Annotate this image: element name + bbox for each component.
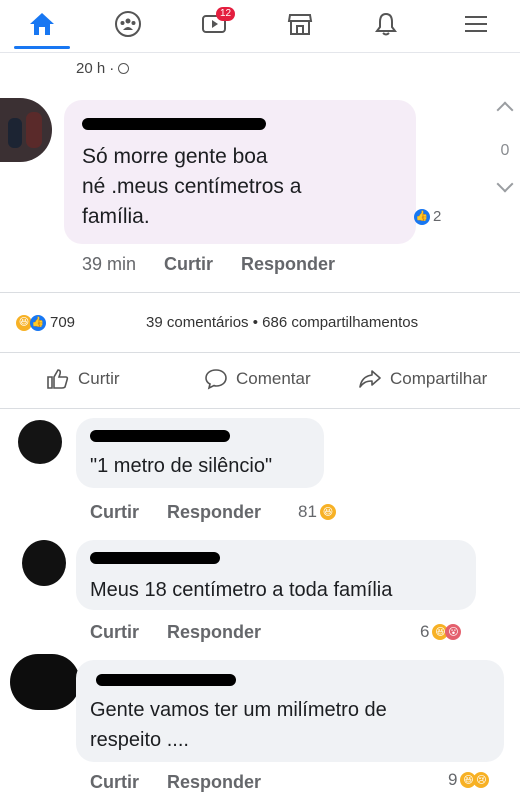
comment-text: "1 metro de silêncio" bbox=[90, 455, 273, 477]
comment-actions: 39 min Curtir Responder bbox=[82, 254, 335, 275]
like-comment-button[interactable]: Curtir bbox=[90, 622, 139, 643]
side-count: 0 bbox=[500, 142, 510, 159]
comment-post-button[interactable]: Comentar bbox=[204, 368, 311, 390]
thumbs-up-icon bbox=[47, 369, 69, 389]
comment-reaction-number: 2 bbox=[433, 208, 442, 225]
like-post-button[interactable]: Curtir bbox=[46, 368, 120, 390]
post-timestamp: 20 h · bbox=[76, 60, 130, 77]
like-comment-button[interactable]: Curtir bbox=[164, 254, 213, 275]
globe-icon bbox=[118, 63, 130, 74]
watch-tab[interactable]: 12 bbox=[186, 4, 242, 44]
chevron-up-icon bbox=[496, 101, 514, 119]
post-reactions[interactable]: 😆 👍 709 bbox=[16, 314, 75, 331]
notification-badge: 12 bbox=[216, 7, 236, 21]
home-icon bbox=[30, 13, 54, 35]
commenter-avatar[interactable] bbox=[10, 654, 80, 710]
comment-actions: Curtir Responder bbox=[90, 622, 261, 643]
comment-time: 39 min bbox=[82, 254, 137, 274]
share-count: 686 compartilhamentos bbox=[262, 314, 419, 331]
reply-button[interactable]: Responder bbox=[241, 254, 335, 275]
post-reaction-count: 709 bbox=[50, 314, 76, 331]
comment-actions: Curtir Responder bbox=[90, 772, 261, 793]
comment-text-line: família. bbox=[82, 205, 150, 228]
comment-text-line: respeito .... bbox=[90, 729, 189, 751]
haha-reaction-icon: 😆 bbox=[319, 504, 336, 520]
notifications-tab[interactable] bbox=[358, 4, 414, 44]
commenter-avatar[interactable] bbox=[22, 540, 66, 586]
hamburger-menu-icon bbox=[465, 16, 487, 32]
share-post-label: Compartilhar bbox=[390, 369, 488, 388]
comment-bubble: "1 metro de silêncio" bbox=[76, 418, 324, 488]
comments-shares-summary[interactable]: 39 comentários • 686 compartilhamentos bbox=[146, 314, 418, 331]
reply-button[interactable]: Responder bbox=[167, 502, 261, 523]
menu-tab[interactable] bbox=[448, 4, 504, 44]
like-reaction-icon: 👍 bbox=[414, 208, 430, 225]
redacted-author-name bbox=[90, 430, 230, 442]
stats-separator: • bbox=[252, 314, 258, 331]
wow-reaction-icon: 😮 bbox=[445, 624, 462, 640]
comment-reaction-count[interactable]: 9 😆 😢 bbox=[448, 770, 490, 790]
comment-bubble: Gente vamos ter um milímetro de respeito… bbox=[76, 660, 504, 762]
post-action-bar: Curtir Comentar Compartilhar bbox=[0, 360, 520, 400]
redacted-author-name bbox=[96, 674, 236, 686]
comment-count: 39 comentários bbox=[146, 314, 249, 331]
redacted-author-name bbox=[82, 118, 266, 130]
like-reaction-icon: 👍 bbox=[30, 314, 46, 331]
comment-bubble: Só morre gente boa né .meus centímetros … bbox=[64, 100, 441, 244]
comment-reaction-count[interactable]: 👍 2 bbox=[414, 208, 441, 225]
section-divider bbox=[0, 292, 520, 293]
speech-bubble-icon bbox=[205, 369, 227, 390]
comment-post-label: Comentar bbox=[236, 369, 311, 388]
home-tab[interactable] bbox=[14, 4, 70, 44]
commenter-avatar[interactable] bbox=[0, 98, 52, 162]
redacted-author-name bbox=[90, 552, 220, 564]
comment-reaction-number: 9 bbox=[448, 770, 458, 789]
commenter-avatar[interactable] bbox=[18, 420, 62, 464]
top-navigation: 12 bbox=[0, 0, 520, 53]
comment-text-line: Gente vamos ter um milímetro de bbox=[90, 699, 387, 721]
comment-reaction-number: 81 bbox=[298, 502, 317, 521]
chevron-down-icon bbox=[496, 175, 514, 193]
groups-icon bbox=[115, 11, 141, 37]
reply-button[interactable]: Responder bbox=[167, 622, 261, 643]
home-active-indicator bbox=[14, 46, 70, 49]
comment-bubble: Meus 18 centímetro a toda família bbox=[76, 540, 476, 610]
share-post-button[interactable]: Compartilhar bbox=[358, 368, 487, 390]
sad-reaction-icon: 😢 bbox=[473, 772, 490, 788]
reply-button[interactable]: Responder bbox=[167, 772, 261, 793]
comment-text: Meus 18 centímetro a toda família bbox=[90, 579, 393, 601]
section-divider bbox=[0, 408, 520, 409]
comment-reaction-number: 6 bbox=[420, 622, 430, 641]
collapse-chevron-down[interactable] bbox=[496, 175, 514, 193]
comment-text-line: né .meus centímetros a bbox=[82, 175, 302, 198]
post-stats: 😆 👍 709 39 comentários • 686 compartilha… bbox=[16, 312, 512, 336]
like-comment-button[interactable]: Curtir bbox=[90, 772, 139, 793]
like-comment-button[interactable]: Curtir bbox=[90, 502, 139, 523]
marketplace-tab[interactable] bbox=[272, 4, 328, 44]
comment-reaction-count[interactable]: 6 😆 😮 bbox=[420, 622, 462, 642]
meta-separator: · bbox=[109, 60, 115, 77]
collapse-chevron-up[interactable] bbox=[496, 101, 514, 119]
comment-text-line: Só morre gente boa bbox=[82, 145, 268, 168]
comment-reaction-count[interactable]: 81 😆 bbox=[298, 502, 336, 522]
section-divider bbox=[0, 352, 520, 353]
like-post-label: Curtir bbox=[78, 369, 120, 388]
comment-actions: Curtir Responder bbox=[90, 502, 261, 523]
groups-tab[interactable] bbox=[100, 4, 156, 44]
bell-icon bbox=[375, 12, 397, 36]
post-time: 20 h bbox=[76, 60, 106, 77]
share-arrow-icon bbox=[359, 370, 381, 388]
store-icon bbox=[287, 14, 313, 35]
